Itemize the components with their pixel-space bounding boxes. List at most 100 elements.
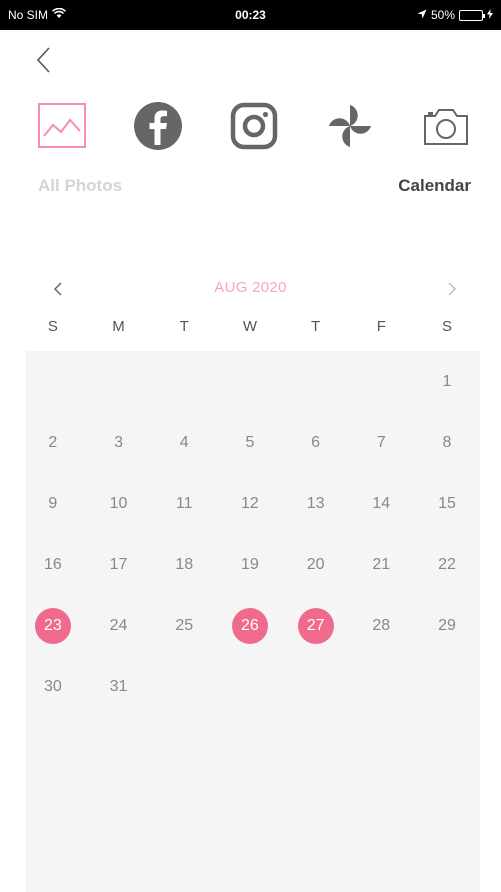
- calendar-empty-cell: [414, 656, 480, 717]
- calendar-empty-cell: [20, 351, 86, 412]
- facebook-icon: [134, 102, 182, 150]
- calendar-day-number: 18: [175, 555, 194, 573]
- calendar-day-number: 26: [231, 607, 268, 644]
- calendar-day-number: 29: [438, 616, 456, 634]
- camera-icon: [424, 109, 468, 145]
- weekday-label: M: [112, 318, 125, 335]
- weekday-label: S: [441, 318, 452, 335]
- calendar-day-number: 9: [48, 494, 58, 512]
- calendar-day-number: 25: [175, 616, 194, 634]
- calendar-day-number: 24: [109, 616, 128, 634]
- calendar-day-number: 5: [245, 433, 255, 451]
- calendar-day[interactable]: 8: [414, 412, 480, 473]
- weekday-label: T: [179, 318, 189, 335]
- calendar-day-number: 20: [306, 555, 325, 573]
- calendar-week-row: 23 24 25 26 27 28 29: [20, 595, 480, 656]
- calendar-day-number: 16: [43, 555, 62, 573]
- calendar-day[interactable]: 24: [86, 595, 152, 656]
- source-instagram[interactable]: [224, 96, 284, 156]
- month-nav: AUG 2020: [0, 275, 501, 303]
- calendar-day-number: 22: [438, 555, 456, 573]
- calendar-day[interactable]: 6: [283, 412, 349, 473]
- calendar-week-row: 1: [20, 351, 480, 412]
- view-labels: All Photos Calendar: [0, 172, 501, 202]
- status-left: No SIM: [8, 7, 66, 22]
- calendar-day-number: 17: [109, 555, 128, 573]
- calendar-day-number: 15: [438, 494, 456, 512]
- source-all-photos[interactable]: [32, 96, 92, 156]
- calendar-empty-cell: [86, 351, 152, 412]
- calendar-empty-cell: [348, 656, 414, 717]
- calendar-day-number: 27: [297, 607, 334, 644]
- calendar-empty-cell: [217, 656, 283, 717]
- calendar-day[interactable]: 21: [348, 534, 414, 595]
- wifi-icon: [52, 7, 66, 22]
- calendar-day-number: 8: [442, 433, 452, 451]
- calendar-day[interactable]: 31: [86, 656, 152, 717]
- calendar-day[interactable]: 13: [283, 473, 349, 534]
- calendar-day[interactable]: 4: [151, 412, 217, 473]
- source-google-photos[interactable]: [320, 96, 380, 156]
- calendar-day-number: 1: [442, 372, 452, 390]
- calendar-day[interactable]: 20: [283, 534, 349, 595]
- calendar-day[interactable]: 27: [283, 595, 349, 656]
- calendar-day[interactable]: 26: [217, 595, 283, 656]
- calendar-day[interactable]: 9: [20, 473, 86, 534]
- back-button[interactable]: [28, 44, 58, 76]
- weekday-label: S: [47, 318, 58, 335]
- calendar-grid: 1 2 3 4 5 6 7 8 9 10 11 12 13 14 15 16 17 18 19 20 21 22 23 24 2…: [20, 351, 480, 717]
- calendar-day[interactable]: 7: [348, 412, 414, 473]
- calendar-day[interactable]: 2: [20, 412, 86, 473]
- calendar-empty-cell: [348, 351, 414, 412]
- calendar-day-number: 3: [114, 433, 123, 451]
- calendar-tab[interactable]: Calendar: [398, 176, 471, 196]
- calendar-day-number: 11: [175, 494, 193, 512]
- calendar-panel: AUG 2020 SMTWTFS 1 2 3 4 5 6 7 8 9 10 11 12 13 14 15 16…: [0, 205, 501, 892]
- calendar-day[interactable]: 14: [348, 473, 414, 534]
- calendar-day-number: 14: [372, 494, 391, 512]
- next-month-button[interactable]: [440, 275, 464, 303]
- calendar-day[interactable]: 17: [86, 534, 152, 595]
- calendar-day-number: 28: [372, 616, 391, 634]
- calendar-day[interactable]: 22: [414, 534, 480, 595]
- calendar-day-number: 21: [372, 555, 391, 573]
- calendar-day-number: 4: [179, 433, 189, 451]
- source-camera[interactable]: [416, 96, 476, 156]
- calendar-empty-cell: [283, 656, 349, 717]
- pinwheel-icon: [329, 105, 371, 147]
- carrier-label: No SIM: [8, 8, 49, 22]
- calendar-day[interactable]: 25: [151, 595, 217, 656]
- calendar-empty-cell: [151, 656, 217, 717]
- calendar-day[interactable]: 19: [217, 534, 283, 595]
- calendar-day-number: 2: [48, 433, 58, 451]
- calendar-empty-cell: [217, 351, 283, 412]
- calendar-day-number: 12: [241, 494, 259, 512]
- calendar-day[interactable]: 28: [348, 595, 414, 656]
- calendar-day-number: 13: [306, 494, 325, 512]
- calendar-day-number: 10: [109, 494, 128, 512]
- landscape-icon: [38, 103, 86, 148]
- calendar-day[interactable]: 29: [414, 595, 480, 656]
- weekday-label: T: [311, 318, 321, 335]
- instagram-icon: [230, 102, 278, 150]
- source-facebook[interactable]: [128, 96, 188, 156]
- all-photos-tab[interactable]: All Photos: [38, 176, 122, 196]
- month-title: AUG 2020: [214, 279, 287, 296]
- calendar-day[interactable]: 5: [217, 412, 283, 473]
- calendar-day[interactable]: 3: [86, 412, 152, 473]
- calendar-day[interactable]: 18: [151, 534, 217, 595]
- calendar-day[interactable]: 1: [414, 351, 480, 412]
- calendar-week-row: 16 17 18 19 20 21 22: [20, 534, 480, 595]
- calendar-week-row: 9 10 11 12 13 14 15: [20, 473, 480, 534]
- calendar-day[interactable]: 15: [414, 473, 480, 534]
- calendar-day[interactable]: 23: [20, 595, 86, 656]
- calendar-day[interactable]: 11: [151, 473, 217, 534]
- calendar-day-number: 19: [241, 555, 259, 573]
- calendar-empty-cell: [151, 351, 217, 412]
- calendar-day[interactable]: 10: [86, 473, 152, 534]
- calendar-day[interactable]: 16: [20, 534, 86, 595]
- weekday-header: SMTWTFS: [20, 318, 480, 344]
- calendar-day[interactable]: 12: [217, 473, 283, 534]
- calendar-day[interactable]: 30: [20, 656, 86, 717]
- chevron-right-icon: [448, 282, 457, 296]
